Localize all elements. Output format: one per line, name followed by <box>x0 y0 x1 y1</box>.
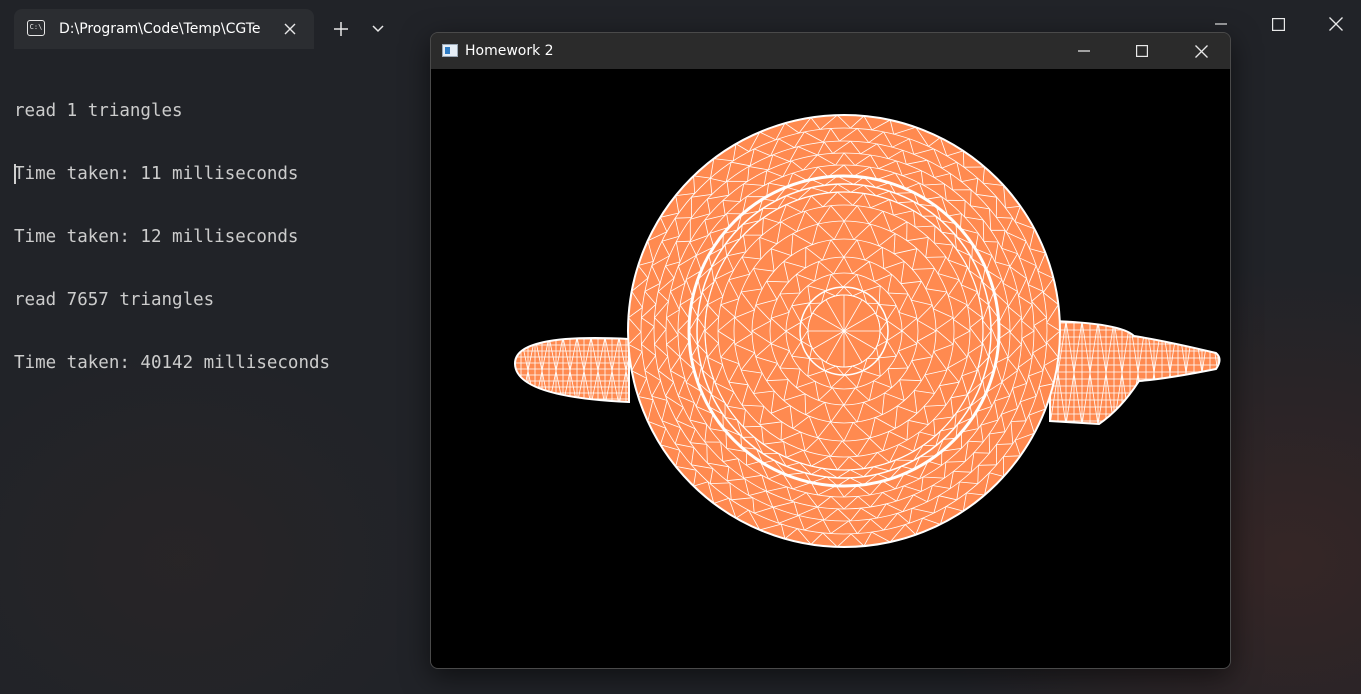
maximize-icon <box>1136 45 1148 57</box>
render-window-title: Homework 2 <box>465 43 554 59</box>
render-maximize-button[interactable] <box>1119 35 1165 67</box>
console-output[interactable]: read 1 triangles Time taken: 11 millisec… <box>14 59 424 416</box>
maximize-icon <box>1271 17 1285 31</box>
text-cursor <box>14 164 16 184</box>
console-line: Time taken: 11 milliseconds <box>14 164 299 184</box>
minimize-icon <box>1215 23 1227 25</box>
console-line: Time taken: 12 milliseconds <box>14 227 299 247</box>
terminal-maximize-button[interactable] <box>1255 8 1301 40</box>
minimize-icon <box>1078 50 1090 52</box>
tab-close-icon[interactable] <box>280 19 300 39</box>
render-window: Homework 2 <box>430 32 1231 669</box>
console-line: read 7657 triangles <box>14 290 215 310</box>
render-close-button[interactable] <box>1178 35 1224 67</box>
teapot-handle <box>513 337 630 404</box>
close-icon <box>1329 17 1343 31</box>
app-window-icon <box>442 44 458 57</box>
render-window-titlebar[interactable]: Homework 2 <box>431 33 1230 69</box>
tab-title: D:\Program\Code\Temp\CGTe <box>59 21 261 37</box>
console-line: read 1 triangles <box>14 101 183 121</box>
new-tab-button[interactable] <box>324 12 358 46</box>
close-icon <box>1194 44 1208 58</box>
terminal-icon: C:\ <box>27 20 45 36</box>
teapot-spout <box>1049 319 1221 426</box>
render-canvas[interactable] <box>431 69 1230 668</box>
teapot-body <box>627 114 1061 548</box>
render-minimize-button[interactable] <box>1061 35 1107 67</box>
tab-dropdown-button[interactable] <box>361 12 395 46</box>
console-line: Time taken: 40142 milliseconds <box>14 353 331 373</box>
teapot-wireframe <box>513 114 1221 548</box>
terminal-close-button[interactable] <box>1313 8 1359 40</box>
plus-icon <box>334 22 348 36</box>
chevron-down-icon <box>372 25 384 33</box>
terminal-tab[interactable]: C:\ D:\Program\Code\Temp\CGTe <box>14 9 314 49</box>
